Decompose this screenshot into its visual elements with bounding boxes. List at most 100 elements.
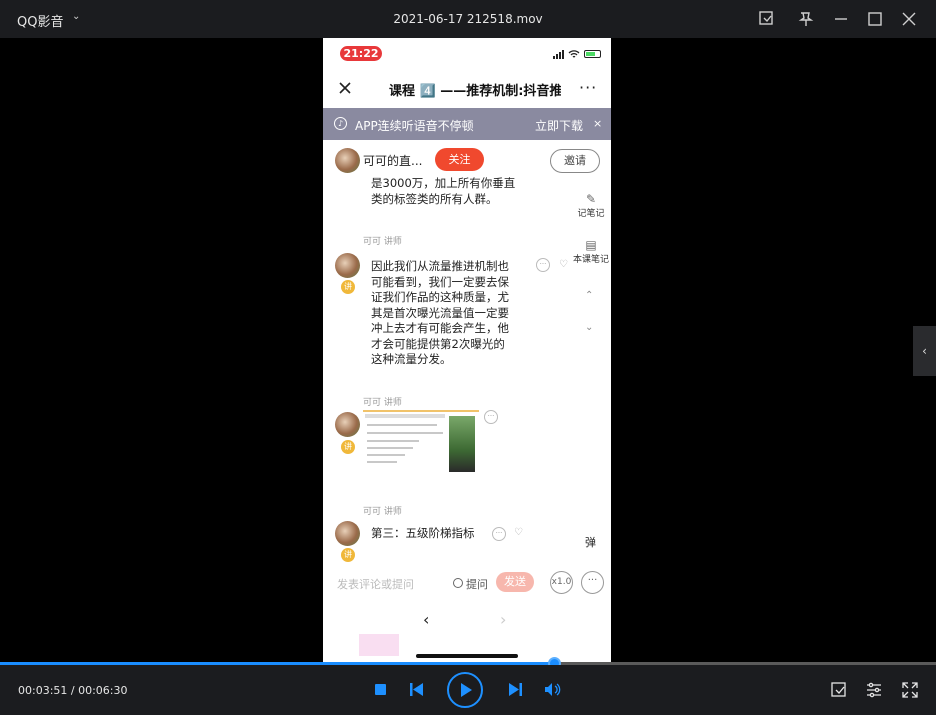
headphone-icon: ♪ [334,117,347,130]
stop-button[interactable] [375,684,386,695]
slide-line [367,454,405,456]
avatar[interactable] [335,521,360,546]
host-name[interactable]: 可可的直... [363,152,422,169]
signal-icon [553,49,564,59]
banner-text: APP连续听语音不停顿 [355,119,474,133]
take-note-label: 记笔记 [577,209,605,219]
ask-question-radio[interactable] [453,578,463,588]
course-notes-button[interactable]: ▤ 本课笔记 [571,238,611,265]
play-button[interactable] [447,672,483,708]
host-row: 可可的直... 关注 邀请 [323,142,611,178]
phone-screen: 21:22 课程 4️⃣ ——推荐机制:抖音推 ··· ♪ APP连续听语音不停… [323,38,611,662]
message-line: 是3000万，加上所有你垂直 [371,176,516,190]
message-line: 类的标签类的所有人群。 [371,191,498,206]
title-bar: QQ影音 ⌄ 2021-06-17 212518.mov [0,0,936,38]
play-icon [461,683,472,697]
slide-line [367,424,437,426]
screenshot-icon[interactable] [830,681,848,699]
wifi-icon [568,49,580,58]
lecturer-badge: 讲 [341,280,355,294]
pin-icon[interactable] [796,9,816,29]
message-menu-icon[interactable]: ··· [536,258,550,272]
more-icon[interactable]: ··· [579,78,597,97]
home-indicator [416,654,518,658]
chevron-right-icon[interactable]: › [500,610,506,629]
message-line: 证我们作品的这种质量，尤 [371,290,509,304]
like-icon[interactable]: ♡ [559,259,568,270]
notes-icon: ▤ [585,238,597,252]
course-title: 课程 4️⃣ ——推荐机制:抖音推 [389,84,561,99]
fullscreen-icon[interactable] [901,681,919,699]
status-time: 21:22 [340,46,382,61]
message-line: 第三：五级阶梯指标 [371,526,475,540]
scroll-top-icon[interactable]: ⌃ [585,290,593,301]
message-bubble[interactable]: 因此我们从流量推进机制也 可能看到，我们一定要去保 证我们作品的这种质量，尤 其… [371,259,509,368]
invite-button[interactable]: 邀请 [550,149,600,173]
previous-icon [410,683,423,696]
app-download-banner[interactable]: ♪ APP连续听语音不停顿 立即下载 × [323,108,611,140]
maximize-icon[interactable] [865,9,885,29]
pencil-icon: ✎ [585,192,597,206]
slide-photo [449,416,475,472]
message-line: 这种流量分发。 [371,352,452,366]
slide-line [367,440,419,442]
status-icons [553,49,601,59]
watermark [359,634,399,656]
message-line: 可能看到，我们一定要去保 [371,274,509,289]
nav-bar: 课程 4️⃣ ——推荐机制:抖音推 ··· [323,72,611,106]
slide-line [367,461,397,463]
more-options-button[interactable]: ··· [581,571,604,594]
lecturer-badge: 讲 [341,440,355,454]
speaker-label: 可可 讲师 [363,398,402,408]
minimize-icon[interactable] [831,9,851,29]
status-bar: 21:22 [323,38,611,68]
side-panel-toggle-icon[interactable]: ‹ [913,326,936,376]
follow-button[interactable]: 关注 [435,148,484,171]
download-now-link[interactable]: 立即下载 [535,117,583,134]
message-menu-icon[interactable]: ··· [484,410,498,424]
stop-icon [375,684,386,695]
settings-sliders-icon[interactable] [865,681,883,699]
ask-question-label: 提问 [466,578,488,591]
battery-icon [584,50,601,58]
comment-bar: 发表评论或提问 提问 发送 x1.0 ··· [323,568,611,598]
next-button[interactable] [508,683,522,696]
message-line: 冲上去才有可能会产生，他 [371,321,509,335]
volume-button[interactable] [545,683,561,696]
message-line: 其是首次曝光流量值一定要 [371,305,509,320]
speed-button[interactable]: x1.0 [550,571,573,594]
control-bar: 00:03:51 / 00:06:30 [0,665,936,715]
message-line: 才会可能提供第2次曝光的 [371,336,505,351]
avatar[interactable] [335,412,360,437]
slide-line [367,432,443,434]
scroll-bottom-icon[interactable]: ⌄ [585,322,593,333]
timecode: 00:03:51 / 00:06:30 [18,684,128,697]
message-line: 因此我们从流量推进机制也 [371,259,509,273]
avatar[interactable] [335,253,360,278]
screenshot-icon[interactable] [757,9,777,29]
like-icon[interactable]: ♡ [514,527,523,538]
speaker-label: 可可 讲师 [363,237,402,247]
slide-header [365,414,445,418]
message-menu-icon[interactable]: ··· [492,527,506,541]
send-button[interactable]: 发送 [496,572,534,592]
close-icon[interactable] [337,80,353,96]
banner-close-icon[interactable]: × [593,117,602,130]
lecturer-badge: 讲 [341,548,355,562]
message-bubble[interactable]: 第三：五级阶梯指标 [371,526,475,542]
message-bubble: 是3000万，加上所有你垂直 类的标签类的所有人群。 [371,176,515,207]
comment-input[interactable]: 发表评论或提问 [337,576,414,592]
course-notes-label: 本课笔记 [572,255,609,265]
slide-image[interactable] [363,410,479,474]
previous-button[interactable] [410,683,424,696]
next-icon [509,683,522,696]
slide-line [367,447,413,449]
speaker-label: 可可 讲师 [363,507,402,517]
take-note-button[interactable]: ✎ 记笔记 [571,192,611,219]
qq-player-window: QQ影音 ⌄ 2021-06-17 212518.mov 21:22 课程 4️… [0,0,936,715]
avatar[interactable] [335,148,360,173]
video-area[interactable]: 21:22 课程 4️⃣ ——推荐机制:抖音推 ··· ♪ APP连续听语音不停… [0,38,936,662]
danmu-toggle[interactable]: 弹 [585,534,596,550]
close-icon[interactable] [899,9,919,29]
chevron-left-icon[interactable]: ‹ [423,610,429,629]
